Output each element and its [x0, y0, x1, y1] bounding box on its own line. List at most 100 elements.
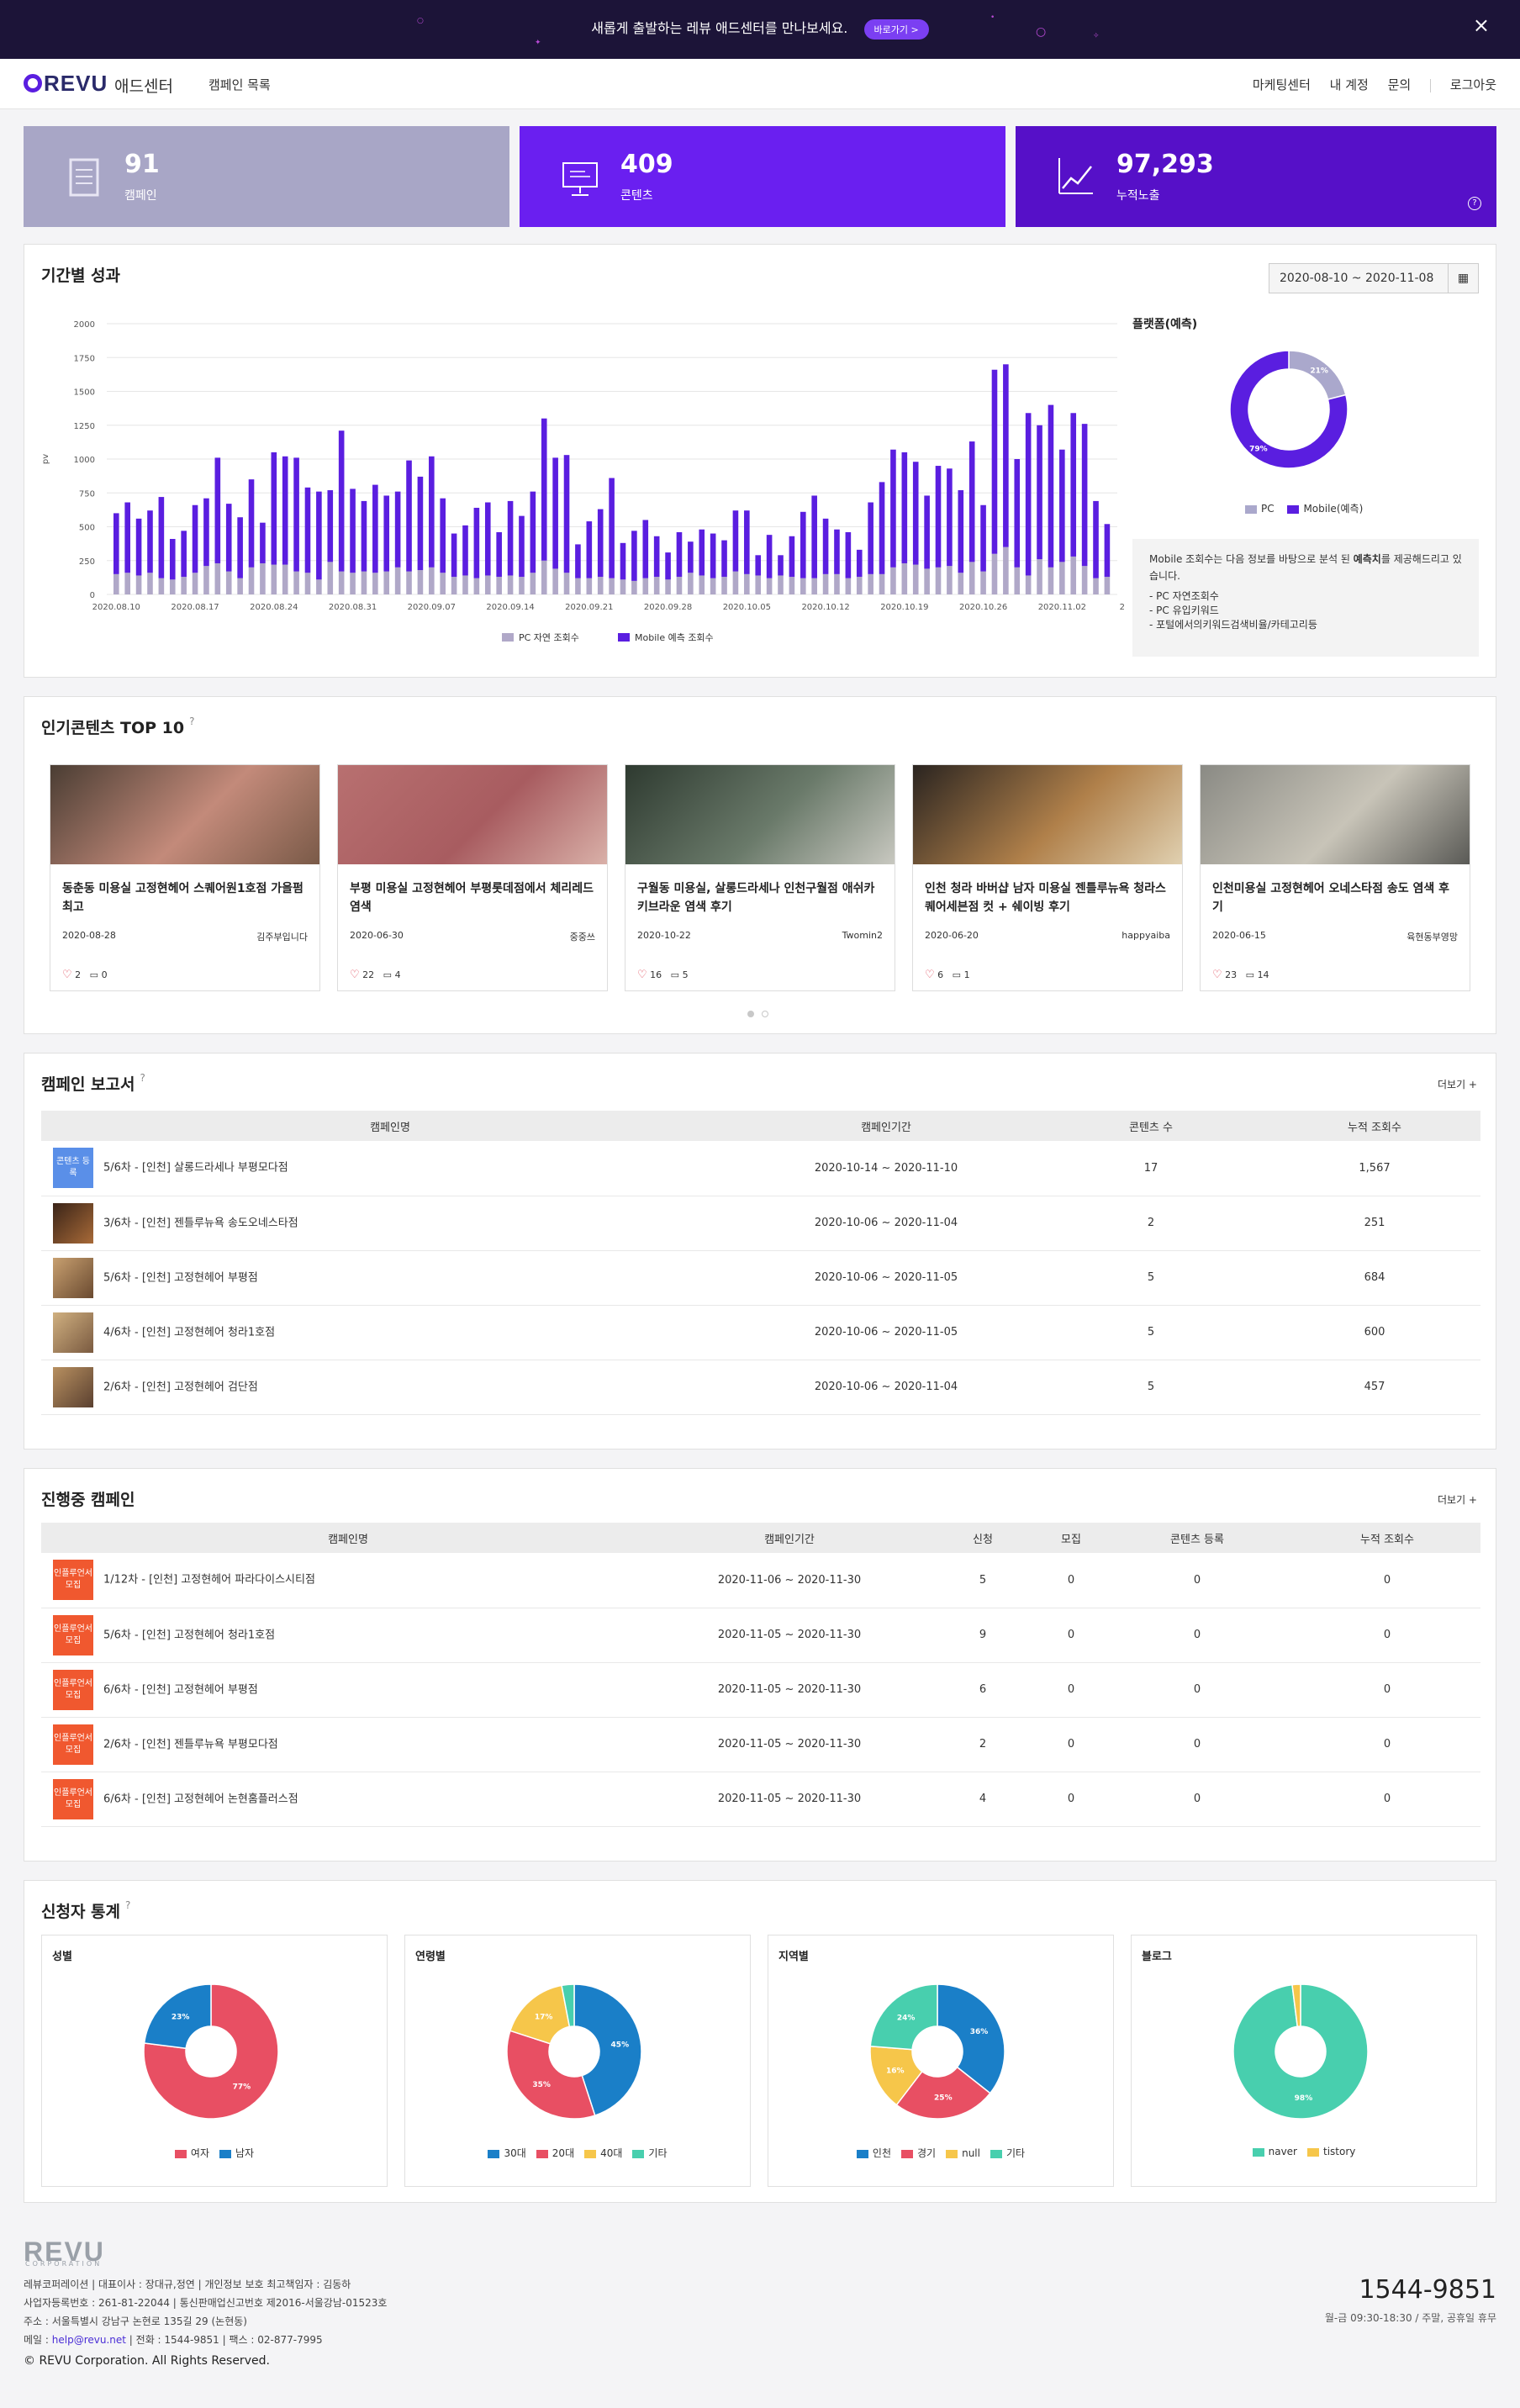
table-row[interactable]: 5/6차 - [인천] 고정현헤어 부평점 2020-10-06 ~ 2020-1…: [41, 1250, 1480, 1306]
campaign-name[interactable]: 2/6차 - [인천] 젠틀루뉴욕 부평모다점: [103, 1738, 278, 1751]
content-date: 2020-06-30: [350, 930, 404, 941]
help-icon[interactable]: ?: [189, 716, 194, 727]
bar-segment: [519, 515, 525, 578]
likes-count: 16: [650, 969, 662, 980]
legend-item: 기타: [632, 2147, 668, 2159]
calendar-icon[interactable]: ▦: [1448, 264, 1478, 293]
more-link[interactable]: 더보기 +: [1438, 1077, 1477, 1091]
likes-count: 2: [75, 969, 82, 980]
bar-segment: [1093, 500, 1099, 578]
banner-go-button[interactable]: 바로가기 >: [863, 18, 929, 40]
comment-icon: ▭: [952, 969, 962, 980]
table-row[interactable]: 인플루언서 모집 1/12차 - [인천] 고정현헤어 파라다이스시티점 2020-…: [41, 1553, 1480, 1608]
bar-segment: [1014, 567, 1021, 594]
campaign-period: 2020-10-14 ~ 2020-11-10: [739, 1141, 1033, 1196]
link-my-account[interactable]: 내 계정: [1330, 77, 1369, 92]
content-thumbnail[interactable]: [50, 765, 319, 864]
carousel-dot-active[interactable]: [747, 1011, 754, 1017]
campaign-thumbnail: [53, 1366, 93, 1407]
campaign-thumbnail: [53, 1312, 93, 1353]
comments-count: 4: [394, 969, 401, 980]
bar-segment: [688, 573, 694, 594]
legend-swatch: [502, 633, 514, 642]
link-marketing-center[interactable]: 마케팅센터: [1253, 77, 1311, 92]
help-icon[interactable]: ?: [140, 1072, 145, 1084]
bar-segment: [924, 495, 930, 569]
table-row[interactable]: 4/6차 - [인천] 고정현헤어 청라1호점 2020-10-06 ~ 2020…: [41, 1305, 1480, 1360]
table-row[interactable]: 3/6차 - [인천] 젠틀루뉴욕 송도오네스타점 2020-10-06 ~ 20…: [41, 1196, 1480, 1251]
campaign-name[interactable]: 3/6차 - [인천] 젠틀루뉴욕 송도오네스타점: [103, 1217, 298, 1229]
date-range-picker[interactable]: 2020-08-10 ~ 2020-11-08 ▦: [1269, 263, 1479, 293]
comments-count: 1: [963, 969, 970, 980]
content-title[interactable]: 부평 미용실 고정현헤어 부평롯데점에서 체리레드 염색: [350, 879, 595, 916]
logo-subtitle: 애드센터: [114, 77, 173, 96]
ongoing-campaigns-table: 캠페인명 캠페인기간 신청 모집 콘텐츠 등록 누적 조회수 인플루언서 모집 1…: [41, 1523, 1480, 1827]
bar-segment: [350, 573, 356, 594]
help-icon[interactable]: ?: [125, 1899, 130, 1911]
link-logout[interactable]: 로그아웃: [1450, 77, 1496, 92]
help-icon[interactable]: ?: [1468, 197, 1481, 210]
close-icon[interactable]: ×: [1473, 15, 1490, 35]
content-card[interactable]: 동춘동 미용실 고정현헤어 스퀘어원1호점 가을펌 최고 2020-08-28 김주…: [50, 764, 320, 991]
campaign-name[interactable]: 4/6차 - [인천] 고정현헤어 청라1호점: [103, 1326, 275, 1339]
legend-item: naver: [1252, 2146, 1297, 2157]
link-inquiry[interactable]: 문의: [1388, 77, 1412, 92]
bar-segment: [901, 562, 908, 594]
slice-label: 23%: [172, 2014, 190, 2022]
carousel-dot[interactable]: [762, 1011, 769, 1017]
more-link[interactable]: 더보기 +: [1438, 1492, 1477, 1507]
content-thumbnail[interactable]: [338, 765, 607, 864]
table-row[interactable]: 2/6차 - [인천] 고정현헤어 검단점 2020-10-06 ~ 2020-1…: [41, 1360, 1480, 1415]
column-header: 누적 조회수: [1269, 1111, 1480, 1141]
content-title[interactable]: 구월동 미용실, 살롱드라세나 인천구월점 애쉬카키브라운 염색 후기: [637, 879, 883, 916]
content-card[interactable]: 부평 미용실 고정현헤어 부평롯데점에서 체리레드 염색 2020-06-30 중중…: [337, 764, 608, 991]
bar-segment: [451, 577, 457, 594]
bar-segment: [991, 553, 998, 594]
stat-label: 캠페인: [124, 189, 157, 203]
table-row[interactable]: 인플루언서 모집 6/6차 - [인천] 고정현헤어 논현홈플러스점 2020-11…: [41, 1772, 1480, 1827]
bar-segment: [890, 567, 896, 594]
table-row[interactable]: 인플루언서 모집 6/6차 - [인천] 고정현헤어 부평점 2020-11-05 …: [41, 1662, 1480, 1718]
bar-segment: [744, 510, 750, 574]
bar-segment: [991, 369, 998, 554]
campaign-name[interactable]: 5/6차 - [인천] 살롱드라세나 부평모다점: [103, 1162, 288, 1175]
donut-title: 블로그: [1142, 1951, 1172, 1963]
campaign-name[interactable]: 5/6차 - [인천] 고정현헤어 청라1호점: [103, 1629, 275, 1641]
bar-segment: [1059, 449, 1065, 562]
campaign-name[interactable]: 2/6차 - [인천] 고정현헤어 검단점: [103, 1381, 258, 1393]
campaign-name[interactable]: 1/12차 - [인천] 고정현헤어 파라다이스시티점: [103, 1574, 315, 1587]
heart-icon: ♡: [637, 969, 647, 981]
campaign-name[interactable]: 6/6차 - [인천] 고정현헤어 논현홈플러스점: [103, 1793, 298, 1805]
views-count: 600: [1269, 1305, 1480, 1360]
table-row[interactable]: 인플루언서 모집 5/6차 - [인천] 고정현헤어 청라1호점 2020-11-0…: [41, 1608, 1480, 1663]
bar-segment: [586, 578, 593, 594]
platform-donut-chart: 21% 79%: [1230, 351, 1348, 469]
content-thumbnail[interactable]: [625, 765, 895, 864]
campaign-name[interactable]: 6/6차 - [인천] 고정현헤어 부평점: [103, 1683, 258, 1696]
content-title[interactable]: 인천 청라 바버샵 남자 미용실 젠틀루뉴욕 청라스퀘어세븐점 컷 + 쉐이빙 …: [925, 879, 1170, 916]
bar-segment: [541, 418, 547, 561]
campaign-name[interactable]: 5/6차 - [인천] 고정현헤어 부평점: [103, 1271, 258, 1284]
content-card[interactable]: 인천 청라 바버샵 남자 미용실 젠틀루뉴욕 청라스퀘어세븐점 컷 + 쉐이빙 …: [912, 764, 1183, 991]
content-title[interactable]: 동춘동 미용실 고정현헤어 스퀘어원1호점 가을펌 최고: [62, 879, 308, 916]
content-card[interactable]: 인천미용실 고정현헤어 오네스타점 송도 염색 후기 2020-06-15 육현동부…: [1200, 764, 1470, 991]
performance-card: 기간별 성과 2020-08-10 ~ 2020-11-08 ▦ 0 250 500…: [24, 244, 1496, 678]
bar-segment: [800, 511, 806, 578]
slice-label: 21%: [1310, 367, 1328, 375]
table-row[interactable]: 인플루언서 모집 2/6차 - [인천] 젠틀루뉴욕 부평모다점 2020-11-0…: [41, 1717, 1480, 1772]
legend-item: 기타: [990, 2147, 1025, 2159]
bar-segment: [868, 573, 873, 594]
nav-campaign-list[interactable]: 캠페인 목록: [208, 76, 271, 93]
content-card[interactable]: 구월동 미용실, 살롱드라세나 인천구월점 애쉬카키브라운 염색 후기 2020-…: [625, 764, 895, 991]
content-thumbnail[interactable]: [913, 765, 1182, 864]
content-thumbnail[interactable]: [1201, 765, 1470, 864]
donut-legend: 30대 20대 40대 기타: [405, 2146, 750, 2160]
revu-logo[interactable]: REVU: [24, 71, 108, 97]
footer-email-link[interactable]: help@revu.net: [52, 2334, 126, 2346]
bar-segment: [406, 460, 412, 572]
content-title[interactable]: 인천미용실 고정현헤어 오네스타점 송도 염색 후기: [1212, 879, 1458, 916]
slice-label: 79%: [1249, 446, 1268, 454]
bar-segment: [530, 573, 536, 594]
table-row[interactable]: 콘텐츠 등록 5/6차 - [인천] 살롱드라세나 부평모다점 2020-10-14…: [41, 1141, 1480, 1196]
comment-icon: ▭: [383, 969, 393, 980]
